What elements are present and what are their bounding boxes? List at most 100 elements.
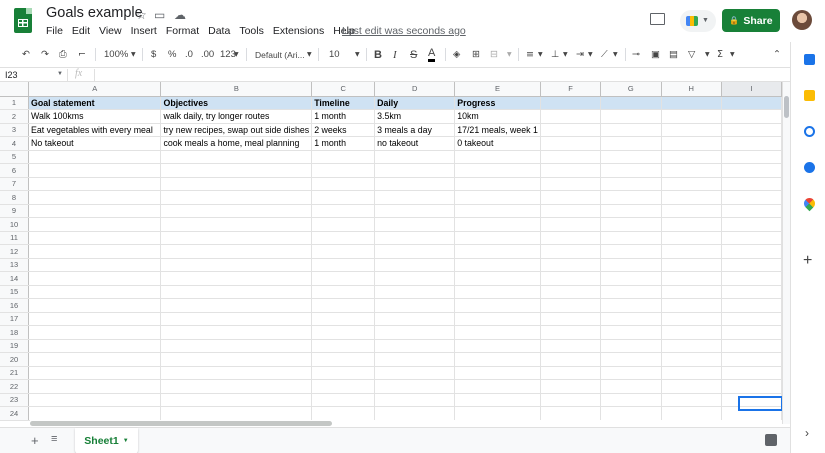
scrollbar-thumb[interactable] — [784, 96, 789, 118]
cell[interactable] — [454, 406, 541, 421]
row-header[interactable]: 20 — [0, 352, 30, 367]
insert-link-icon[interactable]: ⊸ — [632, 48, 640, 62]
calendar-icon[interactable] — [804, 54, 815, 65]
cell[interactable] — [721, 352, 782, 367]
text-rotation-icon[interactable]: ⟋ — [601, 48, 608, 62]
cell[interactable] — [28, 177, 162, 191]
cell[interactable] — [721, 190, 782, 205]
cell[interactable] — [721, 258, 782, 272]
row-header[interactable]: 4 — [0, 136, 30, 151]
cell[interactable] — [160, 285, 313, 299]
column-header[interactable]: A — [28, 82, 162, 97]
cell[interactable] — [540, 339, 602, 353]
cell[interactable] — [160, 258, 313, 272]
menu-view[interactable]: View — [99, 25, 122, 37]
cell[interactable] — [374, 163, 456, 178]
cell[interactable] — [600, 285, 662, 299]
cell[interactable] — [540, 366, 602, 380]
cell[interactable] — [28, 339, 162, 353]
menu-format[interactable]: Format — [166, 25, 199, 37]
cell[interactable] — [540, 136, 602, 151]
cell[interactable] — [311, 190, 376, 205]
cell[interactable] — [311, 352, 376, 367]
cell[interactable] — [721, 109, 782, 124]
cell[interactable]: Objectives — [160, 96, 313, 110]
cell[interactable] — [600, 393, 662, 407]
row-header[interactable]: 9 — [0, 204, 30, 218]
cell[interactable] — [311, 231, 376, 245]
row-header[interactable]: 6 — [0, 163, 30, 178]
cell[interactable] — [661, 244, 722, 259]
bold-button[interactable]: B — [374, 48, 382, 62]
cell[interactable] — [160, 150, 313, 164]
cell[interactable] — [374, 298, 456, 313]
menu-insert[interactable]: Insert — [131, 25, 157, 37]
cell[interactable] — [661, 231, 722, 245]
cell[interactable] — [661, 339, 722, 353]
keep-icon[interactable] — [804, 90, 815, 101]
strikethrough-button[interactable]: S — [410, 48, 417, 62]
row-header[interactable]: 15 — [0, 285, 30, 299]
avatar[interactable] — [792, 10, 812, 30]
cell[interactable] — [661, 325, 722, 340]
cell[interactable] — [661, 177, 722, 191]
cell[interactable] — [28, 406, 162, 421]
italic-button[interactable]: I — [393, 48, 397, 62]
cell[interactable] — [661, 312, 722, 326]
cell[interactable] — [160, 312, 313, 326]
share-button[interactable]: 🔒 Share — [722, 9, 780, 32]
merge-cells-icon[interactable]: ⊟ — [490, 48, 498, 62]
row-header[interactable]: 13 — [0, 258, 30, 272]
cell[interactable] — [600, 123, 662, 137]
cell[interactable] — [374, 352, 456, 367]
cell[interactable] — [311, 366, 376, 380]
cell[interactable] — [600, 96, 662, 110]
cell[interactable] — [454, 285, 541, 299]
cell[interactable]: 3 meals a day — [374, 123, 456, 137]
align-left-icon[interactable]: ≡ — [526, 48, 534, 62]
cell[interactable] — [28, 244, 162, 259]
cell[interactable] — [160, 271, 313, 286]
cell[interactable] — [28, 298, 162, 313]
cell[interactable]: 10km — [454, 109, 541, 124]
cell[interactable] — [661, 204, 722, 218]
cell[interactable] — [311, 312, 376, 326]
cell[interactable]: walk daily, try longer routes — [160, 109, 313, 124]
cell[interactable] — [374, 150, 456, 164]
cell[interactable] — [600, 298, 662, 313]
cell[interactable] — [454, 244, 541, 259]
cell[interactable] — [661, 298, 722, 313]
cell[interactable] — [454, 352, 541, 367]
cell[interactable] — [28, 325, 162, 340]
cell[interactable] — [540, 312, 602, 326]
cell[interactable]: 1 month — [311, 109, 376, 124]
cell[interactable] — [600, 163, 662, 178]
cell[interactable]: 2 weeks — [311, 123, 376, 137]
print-icon[interactable]: ⎙ — [59, 48, 67, 62]
cell[interactable] — [540, 258, 602, 272]
cell[interactable] — [661, 393, 722, 407]
cell[interactable] — [374, 339, 456, 353]
cell[interactable] — [540, 190, 602, 205]
cell[interactable] — [454, 298, 541, 313]
redo-icon[interactable]: ↷ — [41, 48, 49, 62]
cell[interactable] — [540, 271, 602, 286]
column-header[interactable]: G — [600, 82, 662, 97]
cell[interactable] — [721, 298, 782, 313]
cell[interactable] — [721, 204, 782, 218]
tasks-icon[interactable] — [804, 126, 815, 137]
cell[interactable] — [600, 136, 662, 151]
cell[interactable] — [721, 136, 782, 151]
row-header[interactable]: 3 — [0, 123, 30, 137]
paint-format-icon[interactable]: ⌐ — [78, 48, 86, 62]
get-addons-icon[interactable]: + — [803, 252, 812, 270]
filter-icon[interactable]: ▽ — [688, 48, 695, 62]
cell[interactable] — [374, 177, 456, 191]
meet-button[interactable]: ▼ — [680, 10, 716, 32]
cell[interactable] — [600, 271, 662, 286]
cell[interactable] — [600, 352, 662, 367]
cell[interactable]: Eat vegetables with every meal — [28, 123, 162, 137]
cell[interactable] — [540, 231, 602, 245]
cell[interactable] — [600, 339, 662, 353]
cell[interactable] — [374, 231, 456, 245]
